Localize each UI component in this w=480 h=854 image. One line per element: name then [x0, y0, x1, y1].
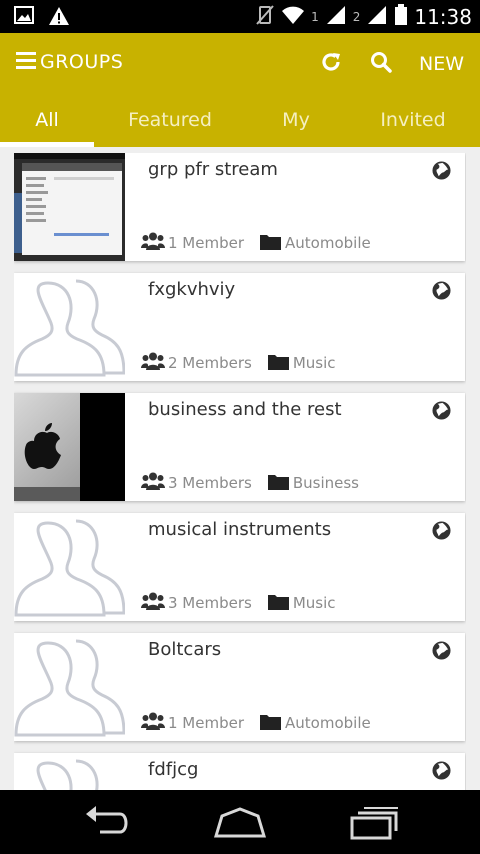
member-count-label: 3 Members	[168, 594, 252, 612]
clock: 11:38	[414, 5, 472, 29]
signal-sim2-icon	[366, 5, 388, 29]
group-meta: 2 Members Music	[141, 351, 336, 375]
signal-sim1-icon	[325, 5, 347, 29]
group-meta: 1 Member Automobile	[141, 711, 371, 735]
member-count-label: 1 Member	[168, 714, 245, 732]
group-name: Boltcars	[148, 639, 222, 660]
category: Business	[267, 473, 359, 494]
group-card[interactable]: grp pfr stream 1 Member Automobile	[14, 153, 465, 261]
group-card[interactable]: fdfjcg	[14, 753, 465, 790]
recent-apps-button[interactable]	[350, 806, 400, 844]
globe-icon	[432, 161, 451, 184]
group-name: business and the rest	[148, 399, 342, 420]
users-icon	[141, 231, 165, 255]
category-label: Automobile	[285, 714, 371, 732]
globe-icon	[432, 281, 451, 304]
globe-icon	[432, 641, 451, 664]
group-meta: 3 Members Business	[141, 471, 359, 495]
wifi-icon	[281, 5, 305, 29]
tab-my[interactable]: My	[246, 95, 346, 147]
category-label: Music	[292, 594, 336, 612]
image-notification-icon	[14, 6, 34, 30]
group-name: musical instruments	[148, 519, 332, 540]
group-card[interactable]: Boltcars 1 Member Automobile	[14, 633, 465, 741]
group-thumbnail	[14, 393, 125, 501]
category-label: Music	[292, 354, 336, 372]
app-bar-title: GROUPS	[40, 51, 124, 73]
sim1-label: 1	[311, 10, 319, 24]
tab-label: All	[35, 109, 59, 131]
search-icon	[370, 52, 392, 77]
group-name: fdfjcg	[148, 759, 199, 780]
status-bar: 1 2 11:38	[0, 0, 480, 33]
group-thumbnail	[14, 753, 125, 790]
category-label: Automobile	[285, 234, 371, 252]
navigation-bar	[0, 790, 480, 854]
folder-icon	[267, 593, 289, 614]
tab-invited[interactable]: Invited	[346, 95, 480, 147]
users-icon	[141, 591, 165, 615]
group-thumbnail	[14, 153, 125, 261]
category: Music	[267, 353, 336, 374]
refresh-icon	[320, 53, 342, 77]
folder-icon	[260, 233, 282, 254]
group-list[interactable]: grp pfr stream 1 Member Automobile fxgkv…	[14, 153, 466, 790]
battery-icon	[394, 4, 408, 30]
recent-apps-icon	[350, 807, 400, 844]
tab-all[interactable]: All	[0, 95, 94, 147]
tab-label: Featured	[128, 109, 212, 131]
member-count-label: 2 Members	[168, 354, 252, 372]
group-thumbnail	[14, 513, 125, 621]
category: Music	[267, 593, 336, 614]
member-count: 3 Members	[141, 591, 252, 615]
category: Automobile	[260, 713, 371, 734]
member-count: 1 Member	[141, 231, 244, 255]
back-button[interactable]	[82, 806, 130, 844]
tab-label: Invited	[380, 109, 446, 131]
globe-icon	[432, 761, 451, 784]
member-count: 2 Members	[141, 351, 252, 375]
group-name: grp pfr stream	[148, 159, 278, 180]
sim2-label: 2	[352, 10, 361, 24]
tab-bar: All Featured My Invited	[0, 95, 480, 147]
globe-icon	[432, 521, 451, 544]
category: Automobile	[260, 233, 371, 254]
category-label: Business	[292, 474, 359, 492]
group-thumbnail	[14, 633, 125, 741]
users-icon	[141, 471, 165, 495]
hamburger-icon	[16, 51, 36, 73]
group-meta: 3 Members Music	[141, 591, 336, 615]
warning-icon	[48, 6, 70, 30]
back-icon	[82, 806, 130, 844]
group-card[interactable]: business and the rest 3 Members Business	[14, 393, 465, 501]
users-icon	[141, 711, 165, 735]
folder-icon	[267, 473, 289, 494]
home-icon	[213, 807, 267, 844]
vibrate-off-icon	[255, 4, 275, 30]
group-meta: 1 Member Automobile	[141, 231, 371, 255]
group-thumbnail	[14, 273, 125, 381]
group-name: fxgkvhviy	[148, 279, 236, 300]
tab-featured[interactable]: Featured	[94, 95, 246, 147]
refresh-button[interactable]	[320, 51, 342, 77]
group-card[interactable]: fxgkvhviy 2 Members Music	[14, 273, 465, 381]
search-button[interactable]	[370, 51, 392, 77]
member-count-label: 1 Member	[168, 234, 245, 252]
users-icon	[141, 351, 165, 375]
folder-icon	[267, 353, 289, 374]
home-button[interactable]	[213, 806, 267, 844]
folder-icon	[260, 713, 282, 734]
globe-icon	[432, 401, 451, 424]
group-card[interactable]: musical instruments 3 Members Music	[14, 513, 465, 621]
member-count: 1 Member	[141, 711, 244, 735]
app-bar: GROUPS NEW All Featured My Invited	[0, 33, 480, 147]
member-count: 3 Members	[141, 471, 252, 495]
new-group-button[interactable]: NEW	[419, 53, 464, 75]
member-count-label: 3 Members	[168, 474, 252, 492]
tab-label: My	[282, 109, 310, 131]
menu-button[interactable]: GROUPS	[16, 51, 123, 73]
